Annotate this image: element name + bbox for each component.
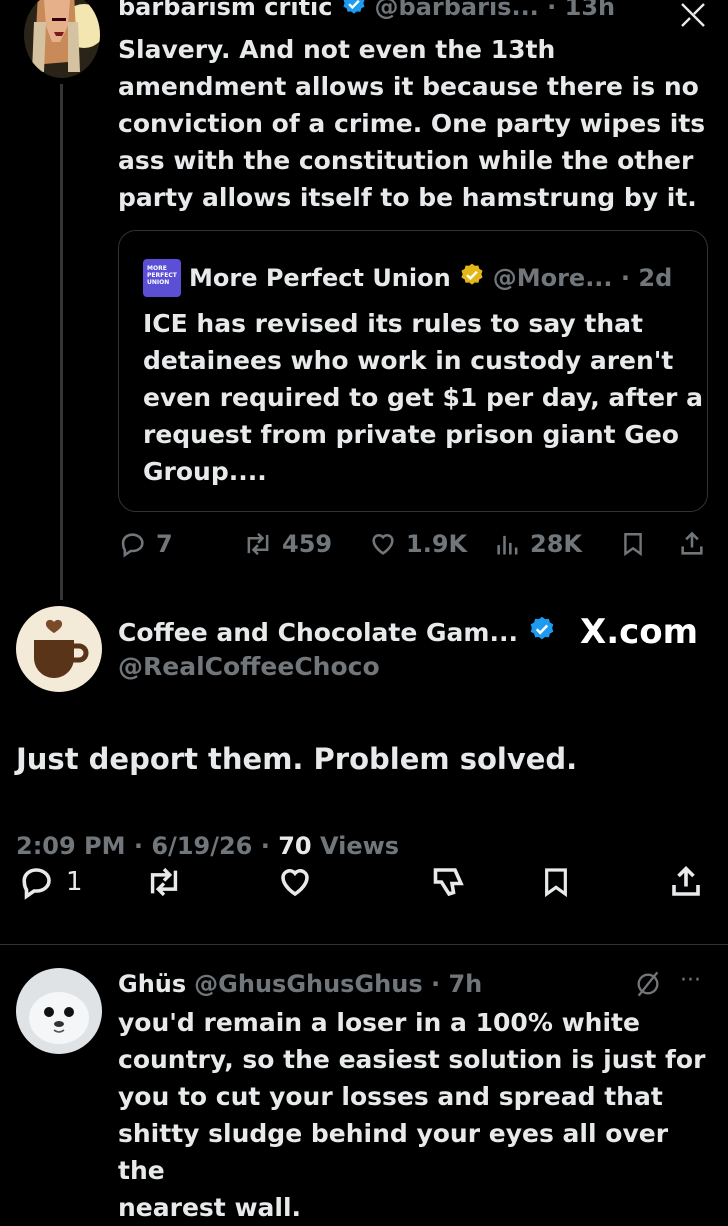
text-line: ICE has revised its rules to say that: [143, 309, 643, 338]
thumbs-down-icon: [433, 868, 464, 897]
x-com-watermark: X.com: [580, 612, 699, 652]
bookmark-icon: [545, 868, 567, 898]
text-line: Slavery. And not even the 13th: [118, 35, 556, 64]
like-button[interactable]: 1.9K: [368, 528, 467, 560]
quoted-display-name[interactable]: More Perfect Union: [189, 264, 451, 292]
avatar[interactable]: [16, 968, 102, 1054]
display-name[interactable]: Ghüs: [118, 970, 186, 998]
grok-slash-icon[interactable]: [634, 970, 662, 1002]
more-options-button[interactable]: ···: [680, 968, 701, 993]
verified-badge-icon: [528, 615, 556, 649]
handle-time[interactable]: @GhusGhusGhus · 7h: [194, 970, 482, 998]
heart-icon: [281, 869, 309, 897]
avatar[interactable]: [16, 606, 102, 692]
thread-line: [60, 84, 63, 600]
reply-count: 1: [66, 867, 83, 897]
like-count: 1.9K: [406, 530, 468, 558]
logo-text: MORE PERFECT UNION: [147, 265, 177, 286]
timestamp[interactable]: 2:09 PM · 6/19/26 ·: [16, 832, 278, 860]
repost-button[interactable]: [144, 862, 184, 902]
text-line: even required to get $1 per day, after a: [143, 383, 703, 412]
share-button[interactable]: [668, 862, 704, 902]
text-line: detainees who work in custody aren't: [143, 346, 674, 375]
text-line: country, so the easiest solution is just…: [118, 1045, 706, 1074]
verified-gold-badge-icon: [459, 262, 485, 294]
more-perfect-union-logo[interactable]: MORE PERFECT UNION: [143, 259, 181, 297]
text-line: request from private prison giant Geo: [143, 420, 679, 449]
like-button[interactable]: [276, 862, 314, 902]
quoted-handle-time[interactable]: @More... · 2d: [493, 264, 673, 292]
tweet-text: you'd remain a loser in a 100% white cou…: [118, 1004, 718, 1226]
display-name[interactable]: barbarism critic: [118, 0, 333, 21]
views-icon: [497, 535, 518, 555]
quoted-tweet[interactable]: MORE PERFECT UNION More Perfect Union @M…: [118, 230, 708, 512]
repost-icon: [247, 532, 269, 556]
reply-button[interactable]: 1: [18, 862, 83, 902]
handle[interactable]: @RealCoffeeChoco: [118, 652, 380, 681]
reply-count: 7: [156, 530, 173, 558]
text-line: party allows itself to be hamstrung by i…: [118, 183, 697, 212]
bookmark-button[interactable]: [620, 528, 646, 560]
tweet-text: Just deport them. Problem solved.: [16, 742, 578, 776]
reply-icon: [22, 868, 51, 900]
bookmark-icon: [624, 533, 642, 557]
reply-button[interactable]: 7: [118, 528, 173, 560]
grok-icon[interactable]: [678, 2, 708, 32]
text-line: nearest wall.: [118, 1193, 302, 1222]
repost-button[interactable]: 459: [242, 528, 332, 560]
verified-badge-icon: [341, 0, 367, 23]
text-line: amendment allows it because there is no: [118, 72, 699, 101]
reply-icon: [121, 533, 144, 558]
handle-time[interactable]: @barbaris... · 13h: [375, 0, 616, 21]
text-line: ass with the constitution while the othe…: [118, 146, 694, 175]
tweet-meta: 2:09 PM · 6/19/26 · 70 Views: [16, 832, 399, 860]
divider: [0, 944, 728, 945]
avatar[interactable]: [24, 0, 100, 78]
text-line: you'd remain a loser in a 100% white: [118, 1008, 640, 1037]
text-line: you to cut your losses and spread that: [118, 1082, 663, 1111]
share-icon: [672, 865, 700, 896]
heart-icon: [372, 534, 394, 555]
tweet-text: Slavery. And not even the 13th amendment…: [118, 31, 718, 216]
dislike-button[interactable]: [430, 862, 468, 902]
bookmark-button[interactable]: [540, 862, 572, 902]
display-name[interactable]: Coffee and Chocolate Gam...: [118, 618, 518, 647]
text-line: conviction of a crime. One party wipes i…: [118, 109, 706, 138]
quoted-text: ICE has revised its rules to say that de…: [143, 305, 703, 490]
repost-count: 459: [282, 530, 333, 558]
views-button[interactable]: 28K: [494, 528, 582, 560]
repost-icon: [150, 867, 178, 897]
text-line: shitty sludge behind your eyes all over …: [118, 1119, 669, 1185]
views-label: Views: [311, 832, 400, 860]
text-line: Group....: [143, 457, 267, 486]
share-icon: [681, 531, 703, 555]
share-button[interactable]: [678, 528, 706, 560]
views-count: 70: [278, 832, 312, 860]
views-count: 28K: [530, 530, 582, 558]
